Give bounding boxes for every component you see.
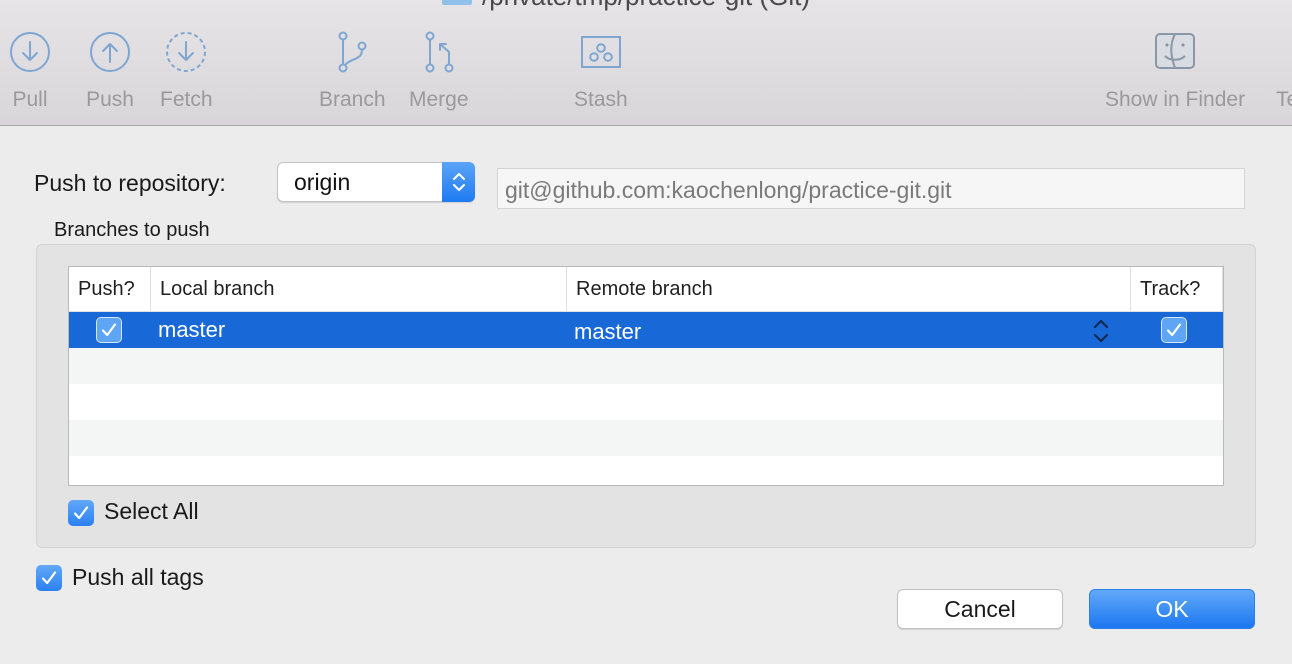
push-button[interactable]: Push — [86, 28, 134, 120]
pull-button[interactable]: Pull — [6, 28, 54, 120]
stash-icon — [577, 28, 625, 76]
repository-url-text: git@github.com:kaochenlong/practice-git.… — [505, 177, 952, 203]
window-title-text: /private/tmp/practice-git (Git) — [482, 0, 810, 12]
terminal-label: Te — [1276, 88, 1292, 111]
push-checkbox[interactable] — [96, 317, 122, 343]
repository-select-value: origin — [294, 169, 351, 195]
fetch-button[interactable]: Fetch — [160, 28, 213, 120]
table-header: Push? Local branch Remote branch Track? — [69, 267, 1223, 312]
select-all-checkbox[interactable] — [68, 500, 94, 526]
show-in-finder-label: Show in Finder — [1105, 88, 1246, 111]
push-label: Push — [86, 88, 134, 111]
fetch-label: Fetch — [160, 88, 213, 111]
table-row-empty — [69, 456, 1223, 485]
branch-icon — [328, 28, 376, 76]
local-branch-cell: master — [158, 317, 226, 342]
column-header-track[interactable]: Track? — [1131, 267, 1223, 312]
push-icon — [86, 28, 134, 76]
branches-to-push-label: Branches to push — [54, 219, 210, 241]
show-in-finder-button[interactable]: Show in Finder — [1105, 28, 1245, 120]
table-row[interactable]: master master — [69, 312, 1223, 348]
table-row-empty — [69, 384, 1223, 420]
column-header-remote-branch[interactable]: Remote branch — [567, 267, 1131, 312]
column-header-push[interactable]: Push? — [69, 267, 151, 312]
terminal-button[interactable]: Te — [1276, 28, 1292, 120]
pull-label: Pull — [12, 88, 48, 111]
repository-select[interactable]: origin — [277, 162, 475, 202]
stash-label: Stash — [574, 88, 628, 111]
merge-icon — [415, 28, 463, 76]
table-row-empty — [69, 348, 1223, 384]
checkmark-icon — [101, 323, 117, 337]
checkmark-icon — [73, 506, 89, 520]
push-all-tags-checkbox[interactable] — [36, 565, 62, 591]
ok-button[interactable]: OK — [1089, 589, 1255, 629]
table-row-empty — [69, 420, 1223, 456]
branch-button[interactable]: Branch — [319, 28, 386, 120]
merge-label: Merge — [409, 88, 469, 111]
folder-icon — [442, 0, 472, 5]
merge-button[interactable]: Merge — [409, 28, 469, 120]
track-checkbox[interactable] — [1161, 317, 1187, 343]
toolbar: /private/tmp/practice-git (Git) Pull Pus… — [0, 0, 1292, 126]
branch-label: Branch — [319, 88, 386, 111]
cancel-button[interactable]: Cancel — [897, 589, 1063, 629]
select-all-label[interactable]: Select All — [104, 498, 199, 525]
pull-icon — [6, 28, 54, 76]
stash-button[interactable]: Stash — [574, 28, 628, 120]
column-header-local-branch[interactable]: Local branch — [151, 267, 567, 312]
window-title: /private/tmp/practice-git (Git) — [442, 0, 810, 11]
checkmark-icon — [41, 571, 57, 585]
finder-icon — [1151, 28, 1199, 76]
repository-url-field[interactable]: git@github.com:kaochenlong/practice-git.… — [497, 168, 1245, 209]
remote-branch-cell[interactable]: master — [574, 319, 641, 345]
push-all-tags-label[interactable]: Push all tags — [72, 564, 204, 591]
checkmark-icon — [1166, 323, 1182, 337]
branches-table: Push? Local branch Remote branch Track? … — [68, 266, 1224, 486]
updown-arrows-icon — [442, 162, 475, 202]
push-to-repository-label: Push to repository: — [34, 170, 226, 196]
fetch-icon — [162, 28, 210, 76]
remote-branch-updown-icon[interactable] — [1092, 318, 1110, 349]
